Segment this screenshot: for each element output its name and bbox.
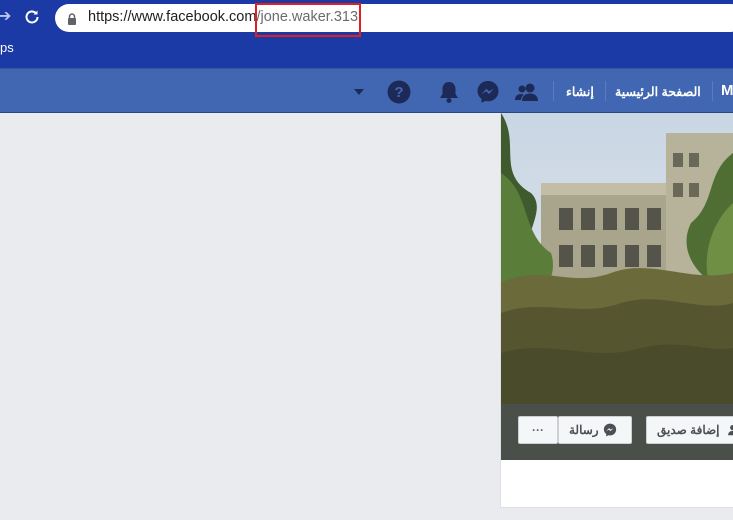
forward-arrow-icon[interactable]: ➔ bbox=[0, 8, 12, 26]
more-options-button[interactable]: ··· bbox=[518, 416, 558, 444]
lock-icon bbox=[67, 12, 77, 25]
nav-divider bbox=[712, 81, 713, 101]
help-icon[interactable]: ? bbox=[387, 80, 411, 104]
browser-toolbar: ➔ https://www.facebook.com/jone.waker.31… bbox=[0, 0, 733, 68]
more-options-label: ··· bbox=[532, 423, 544, 437]
bookmarks-apps-label[interactable]: ps bbox=[0, 40, 14, 55]
facebook-top-bar: M الصفحة الرئيسية إنشاء ? bbox=[0, 68, 733, 113]
svg-text:?: ? bbox=[394, 84, 403, 101]
message-button[interactable]: رسالة bbox=[558, 416, 632, 444]
home-link[interactable]: الصفحة الرئيسية bbox=[615, 84, 701, 99]
dropdown-caret-icon[interactable] bbox=[347, 80, 371, 104]
reload-icon[interactable] bbox=[22, 7, 42, 27]
nav-divider bbox=[553, 81, 554, 101]
friends-icon[interactable] bbox=[515, 80, 539, 104]
notifications-icon[interactable] bbox=[437, 80, 461, 104]
profile-shortcut[interactable]: M bbox=[721, 82, 733, 99]
add-friend-icon bbox=[727, 425, 733, 436]
url-domain: https://www.facebook.com bbox=[88, 9, 257, 25]
address-bar[interactable]: https://www.facebook.com/jone.waker.313 bbox=[55, 4, 733, 32]
add-friend-button[interactable]: إضافة صديق bbox=[646, 416, 733, 444]
messenger-icon[interactable] bbox=[476, 80, 500, 104]
add-friend-label: إضافة صديق bbox=[657, 423, 720, 437]
messenger-icon bbox=[603, 423, 616, 437]
message-button-label: رسالة bbox=[569, 423, 599, 437]
create-link[interactable]: إنشاء bbox=[566, 84, 594, 99]
url-highlight-box bbox=[255, 3, 361, 37]
nav-divider bbox=[605, 81, 606, 101]
